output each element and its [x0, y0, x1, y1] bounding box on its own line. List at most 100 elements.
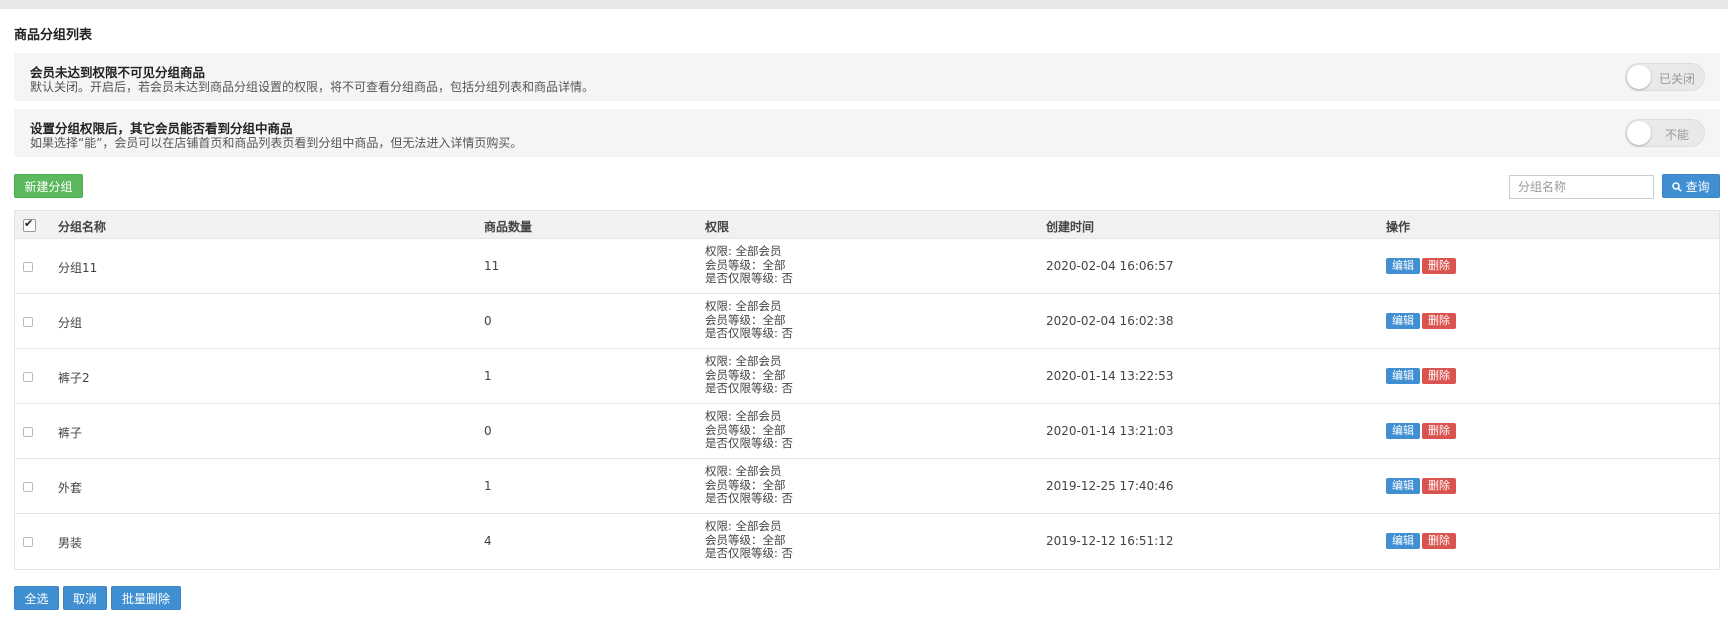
product-count: 1 [484, 479, 492, 493]
permission-info: 权限: 全部会员 会员等级：全部 是否仅限等级: 否 [705, 244, 794, 286]
toggle-label: 已关闭 [1658, 72, 1695, 86]
select-all-button[interactable]: 全选 [14, 586, 59, 610]
permission-line: 权限: 全部会员 [705, 519, 782, 533]
table-row: 裤子 0 权限: 全部会员 会员等级：全部 是否仅限等级: 否 2020-01-… [15, 404, 1719, 459]
other-members-visibility-toggle[interactable]: 不能 [1625, 119, 1705, 147]
column-header-count: 商品数量 [484, 220, 533, 234]
row-checkbox[interactable] [23, 316, 33, 330]
setting-description: 如果选择“能”，会员可以在店铺首页和商品列表页看到分组中商品，但无法进入详情页购… [30, 136, 523, 150]
delete-button[interactable]: 删除 [1422, 423, 1456, 439]
product-count: 11 [484, 259, 500, 273]
product-count: 1 [484, 369, 492, 383]
column-header-created-time: 创建时间 [1046, 220, 1095, 234]
edit-button[interactable]: 编辑 [1386, 368, 1420, 384]
delete-button[interactable]: 删除 [1422, 313, 1456, 329]
row-actions: 编辑 删除 [1386, 258, 1458, 274]
member-level-line: 会员等级：全部 [705, 422, 786, 437]
setting-member-visibility: 会员未达到权限不可见分组商品 默认关闭。开启后，若会员未达到商品分组设置的权限，… [14, 53, 1720, 101]
created-time: 2020-01-14 13:21:03 [1046, 424, 1174, 438]
row-checkbox[interactable] [23, 536, 33, 550]
batch-delete-button[interactable]: 批量删除 [111, 586, 181, 610]
top-strip [0, 0, 1728, 9]
permission-line: 权限: 全部会员 [705, 409, 782, 423]
group-name: 分组11 [58, 261, 98, 275]
table-row: 外套 1 权限: 全部会员 会员等级：全部 是否仅限等级: 否 2019-12-… [15, 459, 1719, 514]
permission-line: 权限: 全部会员 [705, 464, 782, 478]
cancel-button[interactable]: 取消 [63, 586, 107, 610]
permission-info: 权限: 全部会员 会员等级：全部 是否仅限等级: 否 [705, 464, 794, 506]
group-name-search-input[interactable] [1509, 175, 1654, 199]
select-all-checkbox[interactable] [23, 217, 36, 235]
permission-info: 权限: 全部会员 会员等级：全部 是否仅限等级: 否 [705, 409, 794, 451]
member-visibility-toggle[interactable]: 已关闭 [1625, 63, 1705, 91]
row-actions: 编辑 删除 [1386, 478, 1458, 494]
checkbox-checked-icon [23, 217, 36, 232]
member-level-line: 会员等级：全部 [705, 367, 786, 382]
row-checkbox[interactable] [23, 481, 33, 495]
level-only-line: 是否仅限等级: 否 [705, 381, 794, 395]
toggle-knob [1627, 65, 1651, 89]
edit-button[interactable]: 编辑 [1386, 478, 1420, 494]
product-count: 0 [484, 314, 492, 328]
toggle-label: 不能 [1664, 128, 1689, 142]
row-actions: 编辑 删除 [1386, 533, 1458, 549]
edit-button[interactable]: 编辑 [1386, 533, 1420, 549]
level-only-line: 是否仅限等级: 否 [705, 546, 794, 560]
delete-button[interactable]: 删除 [1422, 258, 1456, 274]
row-checkbox[interactable] [23, 371, 33, 385]
table-row: 分组 0 权限: 全部会员 会员等级：全部 是否仅限等级: 否 2020-02-… [15, 294, 1719, 349]
permission-info: 权限: 全部会员 会员等级：全部 是否仅限等级: 否 [705, 299, 793, 341]
member-level-line: 会员等级：全部 [705, 257, 786, 272]
column-header-operations: 操作 [1386, 220, 1411, 234]
level-only-line: 是否仅限等级: 否 [705, 491, 794, 505]
group-name: 分组 [58, 316, 83, 330]
table-row: 分组11 11 权限: 全部会员 会员等级：全部 是否仅限等级: 否 2020-… [15, 239, 1719, 294]
permission-line: 权限: 全部会员 [705, 299, 782, 313]
group-name: 外套 [58, 481, 83, 495]
permission-line: 权限: 全部会员 [705, 244, 782, 258]
setting-description: 默认关闭。开启后，若会员未达到商品分组设置的权限，将不可查看分组商品，包括分组列… [30, 80, 595, 94]
page-title: 商品分组列表 [14, 28, 93, 43]
created-time: 2019-12-12 16:51:12 [1046, 534, 1174, 548]
delete-button[interactable]: 删除 [1422, 533, 1456, 549]
search-button-label: 查询 [1685, 180, 1710, 194]
group-table: 分组名称 商品数量 权限 创建时间 操作 分组11 11 权限: 全部会员 会员… [14, 210, 1720, 570]
created-time: 2020-02-04 16:02:38 [1046, 314, 1174, 328]
product-count: 4 [484, 534, 492, 548]
search-icon [1672, 176, 1683, 200]
toggle-knob [1627, 121, 1651, 145]
created-time: 2020-02-04 16:06:57 [1046, 259, 1174, 273]
delete-button[interactable]: 删除 [1422, 478, 1456, 494]
edit-button[interactable]: 编辑 [1386, 423, 1420, 439]
row-actions: 编辑 删除 [1386, 423, 1458, 439]
row-checkbox[interactable] [23, 426, 33, 440]
new-group-button[interactable]: 新建分组 [14, 174, 83, 198]
product-count: 0 [484, 424, 492, 438]
table-row: 男装 4 权限: 全部会员 会员等级：全部 是否仅限等级: 否 2019-12-… [15, 514, 1719, 569]
edit-button[interactable]: 编辑 [1386, 313, 1420, 329]
created-time: 2020-01-14 13:22:53 [1046, 369, 1174, 383]
edit-button[interactable]: 编辑 [1386, 258, 1420, 274]
created-time: 2019-12-25 17:40:46 [1046, 479, 1174, 493]
member-level-line: 会员等级：全部 [705, 532, 786, 547]
row-actions: 编辑 删除 [1386, 368, 1458, 384]
table-header: 分组名称 商品数量 权限 创建时间 操作 [15, 211, 1719, 239]
group-name: 男装 [58, 536, 83, 550]
delete-button[interactable]: 删除 [1422, 368, 1456, 384]
member-level-line: 会员等级：全部 [705, 312, 786, 327]
row-actions: 编辑 删除 [1386, 313, 1458, 329]
group-name: 裤子2 [58, 371, 90, 385]
row-checkbox[interactable] [23, 261, 33, 275]
permission-info: 权限: 全部会员 会员等级：全部 是否仅限等级: 否 [705, 354, 794, 396]
column-header-permission: 权限 [705, 220, 730, 234]
member-level-line: 会员等级：全部 [705, 477, 786, 492]
permission-info: 权限: 全部会员 会员等级：全部 是否仅限等级: 否 [705, 519, 794, 561]
level-only-line: 是否仅限等级: 否 [705, 436, 794, 450]
group-name: 裤子 [58, 426, 83, 440]
level-only-line: 是否仅限等级: 否 [705, 271, 794, 285]
column-header-name: 分组名称 [58, 220, 107, 234]
table-row: 裤子2 1 权限: 全部会员 会员等级：全部 是否仅限等级: 否 2020-01… [15, 349, 1719, 404]
search-button[interactable]: 查询 [1662, 174, 1720, 198]
setting-other-members-visibility: 设置分组权限后，其它会员能否看到分组中商品 如果选择“能”，会员可以在店铺首页和… [14, 109, 1720, 157]
permission-line: 权限: 全部会员 [705, 354, 782, 368]
